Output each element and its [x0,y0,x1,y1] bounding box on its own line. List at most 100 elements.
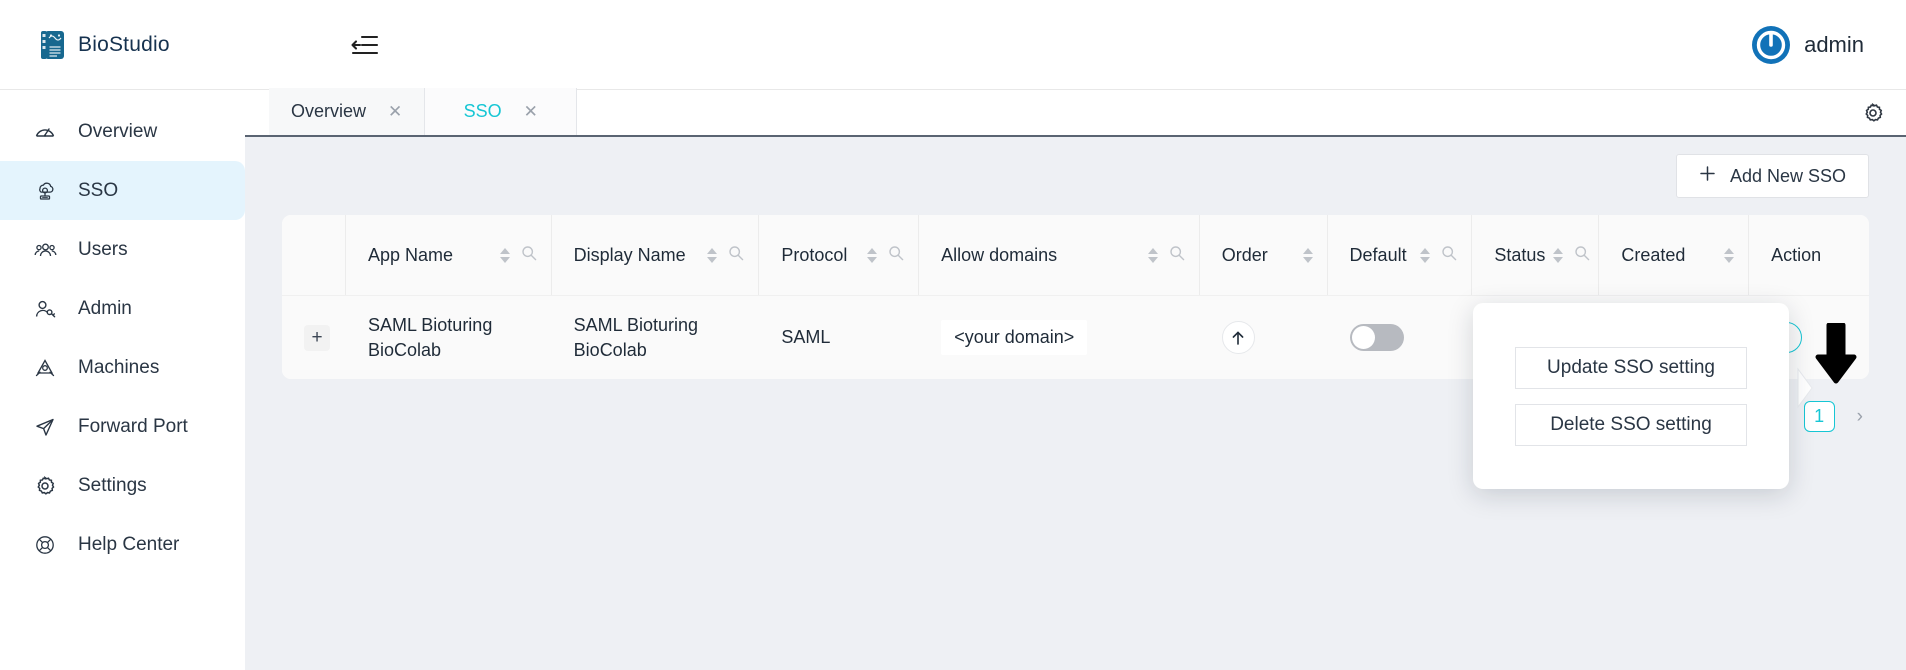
search-icon[interactable] [1169,245,1185,266]
close-icon[interactable]: ✕ [524,102,538,122]
sort-icon[interactable] [1724,247,1735,263]
table-header-status[interactable]: Status [1472,215,1600,295]
add-new-sso-label: Add New SSO [1729,165,1846,186]
sort-icon[interactable] [1553,247,1564,263]
send-icon [33,415,57,439]
column-label: Default [1349,244,1407,265]
sidebar-item-label: Forward Port [78,415,188,437]
search-icon[interactable] [888,245,904,266]
sidebar-item-forward-port[interactable]: Forward Port [0,397,245,456]
sort-icon[interactable] [707,247,718,263]
notebook-icon [40,30,66,60]
app-name-value: SAML Bioturing BioColab [367,314,493,360]
column-label: Order [1221,244,1268,265]
search-icon[interactable] [521,245,537,266]
table-header-allow-domains[interactable]: Allow domains [919,215,1200,295]
tab-label: Overview [291,101,367,121]
table-header-created[interactable]: Created [1599,215,1750,295]
column-label: App Name [367,244,453,265]
arrow-up-icon[interactable] [1221,321,1255,354]
chevron-right-icon[interactable]: › [1851,404,1869,430]
top-bar: BioStudio admin [0,0,1906,90]
column-label: Protocol [781,244,848,265]
tab-sso[interactable]: SSO ✕ [425,88,578,135]
sort-icon[interactable] [1420,247,1431,263]
sidebar-item-label: SSO [78,179,119,201]
table-header-protocol[interactable]: Protocol [759,215,920,295]
table-header-action: Action [1749,215,1869,295]
column-label: Display Name [573,244,686,265]
column-label: Action [1771,244,1822,265]
sidebar-item-help-center[interactable]: Help Center [0,515,245,574]
display-name-value: SAML Bioturing BioColab [573,314,699,360]
row-expand-cell: + [282,324,346,351]
sidebar-item-label: Overview [78,120,158,142]
sort-icon[interactable] [1147,247,1158,263]
app-root: BioStudio admin Overview SSO Users Admin… [0,0,1906,670]
page-number-1[interactable]: 1 [1803,401,1835,432]
tab-overview[interactable]: Overview ✕ [269,88,426,135]
toggle-knob [1351,326,1375,349]
machines-icon [33,356,57,380]
sidebar-item-machines[interactable]: Machines [0,338,245,397]
column-label: Status [1494,244,1546,265]
sort-icon[interactable] [867,247,878,263]
sso-cloud-icon [33,179,57,203]
sidebar-item-label: Machines [78,356,160,378]
sort-icon[interactable] [1302,247,1313,263]
power-avatar-icon [1751,25,1791,65]
sidebar-item-settings[interactable]: Settings [0,456,245,515]
admin-key-icon [33,297,57,321]
sidebar-item-label: Admin [78,297,132,319]
tab-strip: Overview ✕ SSO ✕ [245,88,1906,137]
cell-app-name: SAML Bioturing BioColab [346,313,552,363]
allow-domain-tag: <your domain> [941,320,1088,355]
sidebar-item-label: Help Center [78,533,180,555]
sidebar-item-label: Users [78,238,128,260]
collapse-sidebar-icon[interactable] [348,30,382,60]
table-header-expand [282,215,346,295]
cell-display-name: SAML Bioturing BioColab [552,313,760,363]
user-menu[interactable]: admin [1751,25,1864,65]
protocol-value: SAML [781,327,831,347]
users-icon [33,238,57,262]
search-icon[interactable] [728,245,744,266]
column-label: Allow domains [941,244,1058,265]
plus-icon[interactable]: + [304,324,330,351]
cell-default [1328,324,1473,351]
add-new-sso-button[interactable]: Add New SSO [1675,154,1869,198]
cell-allow-domains: <your domain> [919,320,1200,355]
sidebar-item-admin[interactable]: Admin [0,279,245,338]
brand[interactable]: BioStudio [40,30,170,60]
dashboard-icon [33,120,57,144]
table-header-app-name[interactable]: App Name [346,215,552,295]
sidebar-item-users[interactable]: Users [0,220,245,279]
sidebar-item-sso[interactable]: SSO [0,161,245,220]
cell-order [1200,321,1328,354]
close-icon[interactable]: ✕ [388,102,402,122]
default-toggle[interactable] [1349,324,1404,351]
table-toolbar: Add New SSO [245,137,1906,215]
sidebar: Overview SSO Users Admin Machines Forwar… [0,90,245,670]
delete-sso-setting-button[interactable]: Delete SSO setting [1515,403,1747,446]
tab-label: SSO [463,101,502,121]
search-icon[interactable] [1574,245,1590,266]
table-header-row: App Name Display Name Protocol Allow dom… [282,215,1869,295]
sort-icon[interactable] [499,247,510,263]
brand-name: BioStudio [78,32,170,56]
gear-icon[interactable] [1862,102,1884,124]
sidebar-item-label: Settings [78,474,147,496]
plus-icon [1699,165,1716,187]
sso-action-popup: Update SSO setting Delete SSO setting [1473,303,1789,489]
sidebar-item-overview[interactable]: Overview [0,102,245,161]
table-header-order[interactable]: Order [1200,215,1328,295]
lifebuoy-icon [33,533,57,557]
gear-icon [33,474,57,498]
column-label: Created [1621,244,1686,265]
table-header-display-name[interactable]: Display Name [552,215,760,295]
table-header-default[interactable]: Default [1328,215,1473,295]
update-sso-setting-button[interactable]: Update SSO setting [1515,346,1747,389]
cell-protocol: SAML [759,327,919,348]
search-icon[interactable] [1441,245,1457,266]
user-name: admin [1804,31,1864,57]
